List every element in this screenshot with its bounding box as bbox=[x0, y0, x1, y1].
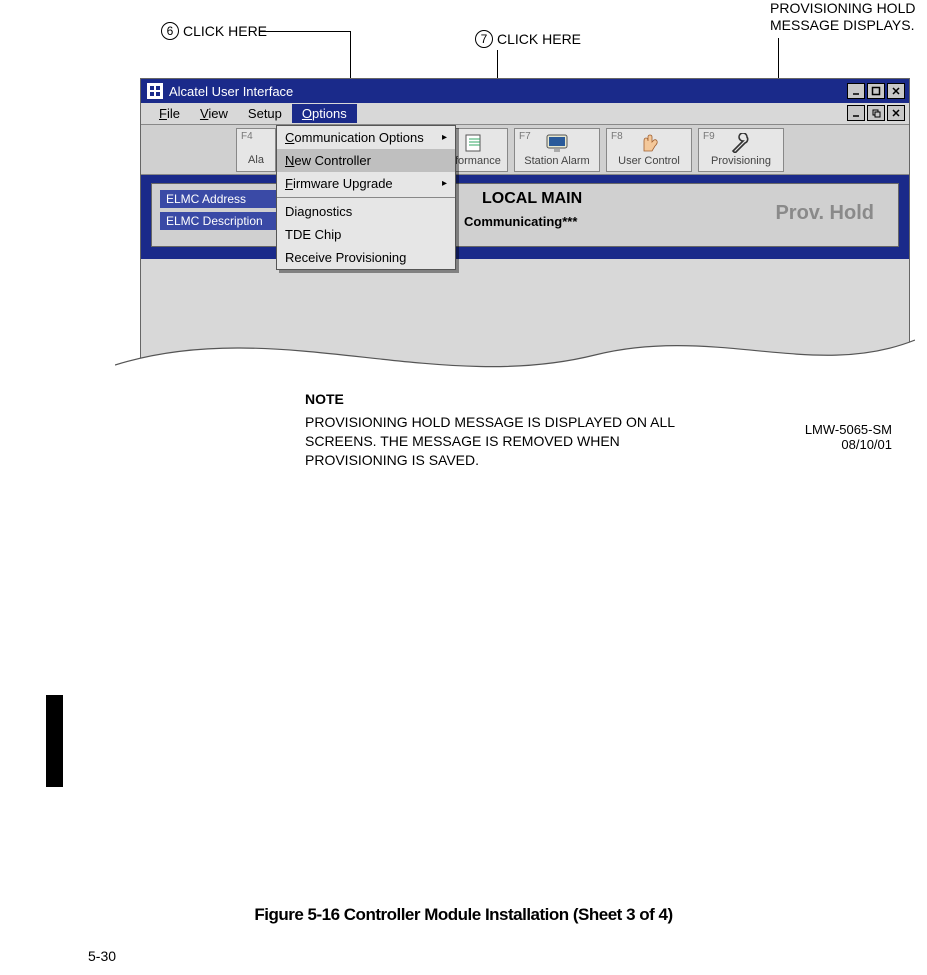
hand-icon bbox=[636, 133, 662, 153]
callout-prov-hold-line2: MESSAGE DISPLAYS. bbox=[770, 17, 915, 34]
dd-firmware-upgrade[interactable]: Firmware Upgrade ▸ bbox=[277, 172, 455, 195]
submenu-arrow-icon: ▸ bbox=[442, 132, 447, 143]
elmc-description-label: ELMC Description bbox=[160, 212, 280, 230]
dd-new-controller[interactable]: New Controller bbox=[277, 149, 455, 172]
fkey-f4: F4 bbox=[241, 131, 253, 142]
note-body: PROVISIONING HOLD MESSAGE IS DISPLAYED O… bbox=[305, 413, 705, 470]
menu-view[interactable]: View bbox=[190, 104, 238, 123]
minimize-button[interactable] bbox=[847, 83, 865, 99]
toolbar-user-control[interactable]: F8 User Control bbox=[606, 128, 692, 172]
clipboard-icon bbox=[460, 133, 486, 153]
doc-id-line2: 08/10/01 bbox=[805, 437, 892, 452]
dd-tde-chip[interactable]: TDE Chip bbox=[277, 223, 455, 246]
toolbar-user-control-label: User Control bbox=[618, 155, 680, 167]
callout-6: 6 CLICK HERE bbox=[161, 22, 267, 40]
page-tab-marker bbox=[46, 695, 63, 787]
doc-id: LMW-5065-SM 08/10/01 bbox=[805, 422, 892, 452]
options-dropdown: Communication Options ▸ New Controller F… bbox=[276, 125, 456, 270]
prov-hold-text: Prov. Hold bbox=[775, 202, 874, 225]
fkey-f8: F8 bbox=[611, 131, 623, 142]
close-button[interactable] bbox=[887, 83, 905, 99]
menu-bar: File View Setup Options bbox=[141, 103, 909, 125]
child-minimize-button[interactable] bbox=[847, 105, 865, 121]
toolbar-alarm[interactable]: F4 Ala bbox=[236, 128, 276, 172]
callout-6-number: 6 bbox=[161, 22, 179, 40]
window-title: Alcatel User Interface bbox=[169, 84, 847, 99]
toolbar-provisioning-label: Provisioning bbox=[711, 155, 771, 167]
status-panel: ELMC Address ELMC Description LOCAL MAIN… bbox=[141, 175, 909, 259]
callout-7-text: CLICK HERE bbox=[497, 31, 581, 47]
callout-6-leader-h bbox=[260, 31, 350, 32]
torn-page-curve bbox=[115, 310, 915, 400]
menu-setup[interactable]: Setup bbox=[238, 104, 292, 123]
note-heading: NOTE bbox=[305, 390, 705, 409]
doc-id-line1: LMW-5065-SM bbox=[805, 422, 892, 437]
submenu-arrow-icon: ▸ bbox=[442, 178, 447, 189]
callout-6-text: CLICK HERE bbox=[183, 23, 267, 39]
toolbar-provisioning[interactable]: F9 Provisioning bbox=[698, 128, 784, 172]
callout-prov-hold-line1: PROVISIONING HOLD bbox=[770, 0, 915, 17]
dropdown-separator bbox=[277, 197, 455, 198]
toolbar: F4 Ala erformance F7 Station Alarm F8 Us… bbox=[141, 125, 909, 175]
note-block: NOTE PROVISIONING HOLD MESSAGE IS DISPLA… bbox=[305, 390, 705, 470]
maximize-button[interactable] bbox=[867, 83, 885, 99]
child-restore-button[interactable] bbox=[867, 105, 885, 121]
menu-file[interactable]: File bbox=[149, 104, 190, 123]
callout-prov-hold: PROVISIONING HOLD MESSAGE DISPLAYS. bbox=[770, 0, 915, 34]
menu-options[interactable]: Options bbox=[292, 104, 357, 123]
title-bar: Alcatel User Interface bbox=[141, 79, 909, 103]
monitor-icon bbox=[544, 133, 570, 153]
child-close-button[interactable] bbox=[887, 105, 905, 121]
figure-caption: Figure 5-16 Controller Module Installati… bbox=[0, 905, 927, 925]
wrench-icon bbox=[728, 133, 754, 153]
app-icon bbox=[147, 83, 163, 99]
toolbar-alarm-label: Ala bbox=[248, 154, 264, 166]
toolbar-station-alarm[interactable]: F7 Station Alarm bbox=[514, 128, 600, 172]
status-communicating: Communicating*** bbox=[464, 214, 577, 229]
elmc-address-label: ELMC Address bbox=[160, 190, 280, 208]
dd-diagnostics[interactable]: Diagnostics bbox=[277, 200, 455, 223]
page-number: 5-30 bbox=[88, 948, 116, 964]
dd-communication-options[interactable]: Communication Options ▸ bbox=[277, 126, 455, 149]
fkey-f9: F9 bbox=[703, 131, 715, 142]
status-inset: ELMC Address ELMC Description LOCAL MAIN… bbox=[151, 183, 899, 247]
toolbar-station-alarm-label: Station Alarm bbox=[524, 155, 589, 167]
dd-receive-provisioning[interactable]: Receive Provisioning bbox=[277, 246, 455, 269]
callout-7-number: 7 bbox=[475, 30, 493, 48]
callout-7: 7 CLICK HERE bbox=[475, 30, 581, 48]
fkey-f7: F7 bbox=[519, 131, 531, 142]
status-heading: LOCAL MAIN bbox=[482, 190, 582, 208]
